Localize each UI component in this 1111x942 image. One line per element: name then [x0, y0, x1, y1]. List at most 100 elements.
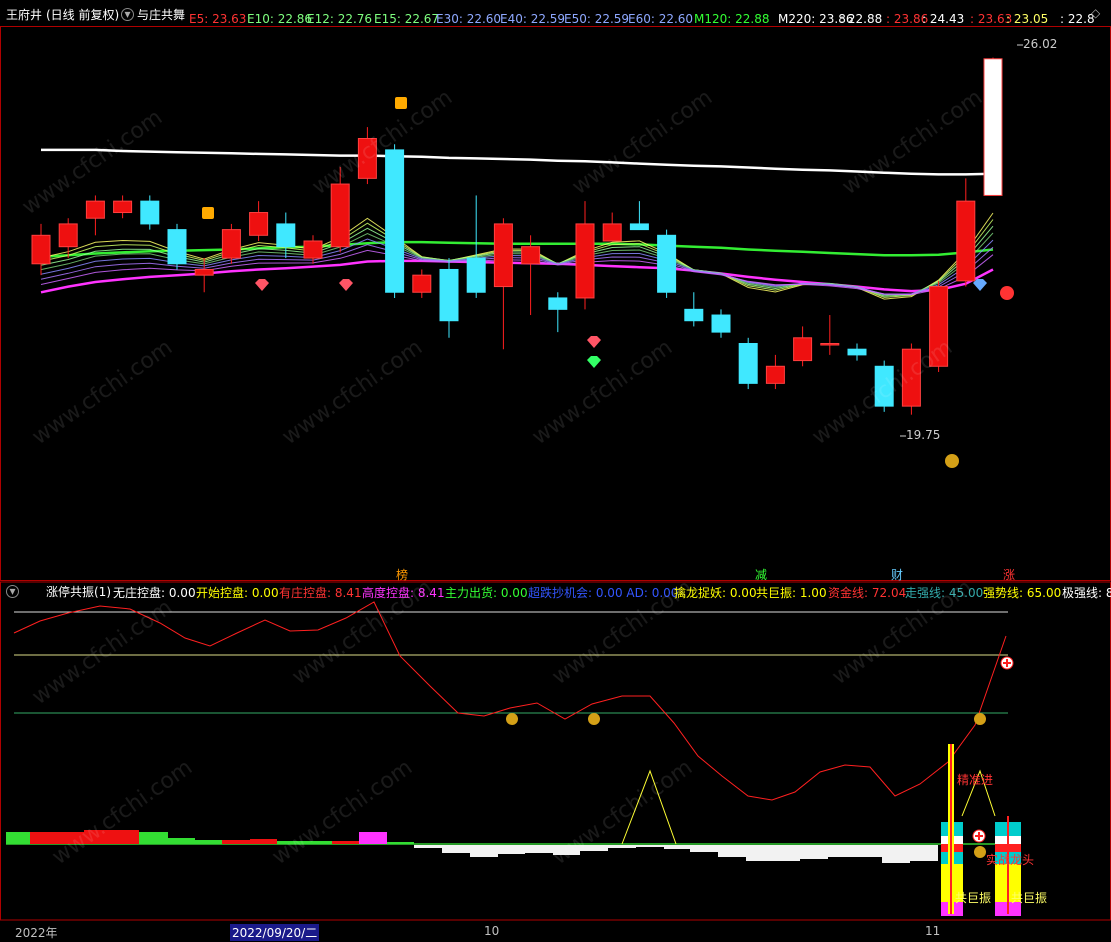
money-bag-icon: [506, 713, 518, 725]
candle-body: [793, 337, 813, 362]
high-price-label: ⎯26.02: [1017, 37, 1058, 51]
indicator-bar: [690, 845, 718, 852]
indicator-value: 资金线: 72.04: [828, 586, 907, 600]
candle-body: [412, 274, 432, 293]
indicator-bar: [222, 840, 250, 844]
ma-value: E50: 22.59: [564, 12, 630, 26]
candle-body: [820, 343, 840, 346]
candle-body: [221, 229, 241, 259]
low-price-label: ⎯19.75: [900, 428, 941, 442]
indicator-bar: [774, 845, 800, 861]
candle-body: [629, 223, 649, 231]
gem-icon: [255, 279, 269, 291]
indicator-title[interactable]: 涨停共振(1): [46, 583, 111, 600]
ma-value: E12: 22.76: [307, 12, 373, 26]
indicator-bar: [470, 845, 498, 857]
indicator-value: 有庄控盘: 8.41: [279, 586, 362, 600]
ma-value: : 22.88: [840, 12, 883, 26]
candle-body: [466, 257, 486, 293]
candle-body: [303, 240, 323, 259]
ma-value: E15: 22.67: [374, 12, 440, 26]
flag-finance-icon[interactable]: 财: [889, 566, 905, 583]
indicator-bar: [800, 845, 828, 859]
ma-value: : 24.43: [922, 12, 965, 26]
ma-value: E30: 22.60: [436, 12, 502, 26]
indicator-bar: [608, 845, 636, 848]
candle-body: [249, 212, 269, 236]
indicator-value: 开始控盘: 0.00: [196, 586, 279, 600]
candle-body: [983, 58, 1003, 196]
indicator-value: 强势线: 65.00: [983, 586, 1062, 600]
gem-icon: [587, 336, 601, 348]
indicator-bar: [636, 845, 664, 847]
candle-body: [385, 149, 405, 293]
indicator-bar: [442, 845, 470, 853]
candle-body: [167, 229, 187, 265]
stock-name: 王府井: [6, 8, 43, 22]
candle-body: [847, 348, 867, 356]
candle-body: [113, 200, 133, 214]
candle-body: [140, 200, 160, 225]
candle-body: [85, 200, 105, 219]
money-bag-icon: [588, 713, 600, 725]
candle-body: [738, 343, 758, 384]
gem-icon: [339, 279, 353, 291]
candle-body: [493, 223, 513, 288]
candle-body: [521, 246, 541, 265]
ma-value: E10: 22.86: [247, 12, 313, 26]
axis-year: 2022年: [15, 926, 58, 940]
indicator-bar: [250, 839, 277, 844]
badge-icon: [395, 97, 407, 109]
resonance-label-2: 共巨振: [1011, 891, 1048, 905]
indicator-bar: [498, 845, 525, 854]
indicator-bar: [718, 845, 746, 857]
candle-body: [956, 200, 976, 282]
candle-body: [439, 268, 459, 322]
indicator-value: 极强线: 8: [1062, 586, 1111, 600]
expand-icon[interactable]: ◇: [1091, 6, 1100, 20]
period-label: (日线 前复权): [46, 8, 120, 22]
ma-value: : 22.8: [1060, 12, 1095, 26]
money-bag-icon: [945, 454, 959, 468]
candle-body: [194, 268, 214, 276]
candle-body: [684, 308, 704, 322]
indicator-bar: [882, 845, 910, 863]
flag-rank-icon[interactable]: 榜: [394, 566, 410, 583]
ball-icon: [1000, 286, 1014, 300]
indicator-value: 无庄控盘: 0.00: [113, 586, 196, 600]
candle-body: [711, 314, 731, 333]
ma-value: M120: 22.88: [694, 12, 770, 26]
candle-body: [276, 223, 296, 248]
mountain-label: 实战龙头: [986, 853, 1035, 867]
candle-body: [657, 234, 677, 293]
axis-cursor-date: 2022/09/20/二: [230, 924, 320, 941]
indicator-bar: [168, 838, 195, 844]
candle-body: [602, 223, 622, 242]
ma-value: : 23.05: [1006, 12, 1049, 26]
indicator-bar: [414, 845, 442, 848]
indicator-bar: [910, 845, 938, 861]
flag-reduce-icon[interactable]: 减: [753, 566, 769, 583]
resonance-label-1: 共巨振: [955, 891, 992, 905]
ma-value: E60: 22.60: [628, 12, 694, 26]
flag-limit-up-icon[interactable]: 涨: [1001, 566, 1017, 583]
indicator-menu-icon[interactable]: ▾: [121, 8, 134, 21]
candle-body: [330, 183, 350, 248]
ma-value: E40: 22.59: [500, 12, 566, 26]
badge-icon: [202, 207, 214, 219]
candle-body: [765, 365, 785, 384]
indicator-bar: [746, 845, 774, 861]
candle-body: [575, 223, 595, 299]
indicator-bar: [828, 845, 855, 857]
indicator-bar: [6, 832, 30, 844]
ma-value: E5: 23.63: [189, 12, 247, 26]
indicator-bar: [387, 842, 414, 844]
indicator-menu-icon-2[interactable]: ▾: [6, 585, 19, 598]
candle-body: [548, 297, 568, 310]
candle-body: [31, 234, 51, 265]
indicator-bar: [139, 832, 168, 844]
axis-november: 11: [925, 924, 941, 938]
indicator-name[interactable]: 与庄共舞: [137, 6, 185, 23]
gem-icon: [587, 356, 601, 368]
indicator-bar: [332, 841, 359, 844]
